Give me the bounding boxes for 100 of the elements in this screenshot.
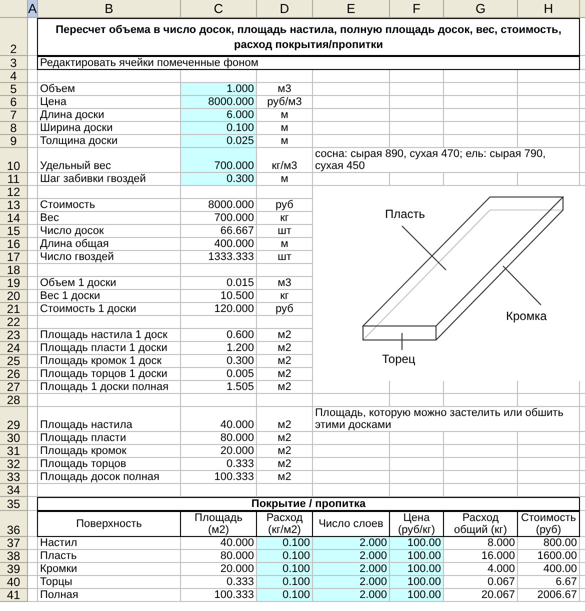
table-cell: 40.000 [181, 537, 257, 550]
row-header[interactable]: 4 [0, 70, 28, 83]
row-header[interactable]: 26 [0, 368, 28, 381]
input-cell[interactable]: 100.00 [390, 550, 444, 563]
input-cell[interactable]: 700.000 [181, 148, 257, 173]
unit-cell: м2 [257, 471, 313, 484]
row-header[interactable]: 33 [0, 471, 28, 484]
parameter-label: Толщина доски [38, 135, 181, 148]
table-cell: 800.00 [518, 537, 580, 550]
row-header[interactable]: 35 [0, 497, 28, 511]
row-header[interactable]: 40 [0, 576, 28, 589]
unit-cell: кг/м3 [257, 148, 313, 173]
row-header[interactable]: 25 [0, 355, 28, 368]
input-cell[interactable]: 2.000 [313, 537, 390, 550]
unit-cell: м2 [257, 381, 313, 394]
input-cell[interactable]: 1.000 [181, 83, 257, 96]
row-header[interactable]: 37 [0, 537, 28, 550]
row-header[interactable]: 20 [0, 290, 28, 303]
row-header[interactable]: 15 [0, 225, 28, 238]
column-header[interactable]: G [444, 0, 518, 18]
input-cell[interactable]: 2.000 [313, 563, 390, 576]
input-cell[interactable]: 2.000 [313, 589, 390, 602]
row-header[interactable]: 17 [0, 251, 28, 264]
row-header[interactable]: 22 [0, 316, 28, 329]
row-header[interactable]: 23 [0, 329, 28, 342]
row-header[interactable]: 29 [0, 407, 28, 432]
input-cell[interactable]: 2.000 [313, 576, 390, 589]
column-header[interactable]: C [181, 0, 257, 18]
parameter-label: Шаг забивки гвоздей [38, 173, 181, 186]
parameter-label: Длина общая [38, 238, 181, 251]
row-header[interactable]: 6 [0, 96, 28, 109]
input-cell[interactable]: 100.00 [390, 563, 444, 576]
row-header[interactable]: 9 [0, 135, 28, 148]
input-cell[interactable]: 0.100 [257, 563, 313, 576]
column-header[interactable]: F [390, 0, 444, 18]
row-header[interactable]: 28 [0, 394, 28, 407]
row-header[interactable]: 13 [0, 199, 28, 212]
column-heading: Стоимость (руб) [517, 511, 580, 537]
row-header[interactable]: 27 [0, 381, 28, 394]
unit-cell: кг [257, 212, 313, 225]
row-header[interactable]: 7 [0, 109, 28, 122]
column-header[interactable]: H [518, 0, 580, 18]
row-header[interactable]: 38 [0, 550, 28, 563]
row-header[interactable]: 39 [0, 563, 28, 576]
input-cell[interactable]: 0.100 [257, 576, 313, 589]
table-cell: 0.067 [444, 576, 518, 589]
column-header[interactable]: D [257, 0, 313, 18]
input-cell[interactable]: 0.025 [181, 135, 257, 148]
input-cell[interactable]: 0.100 [257, 589, 313, 602]
unit-cell: м2 [257, 342, 313, 355]
input-cell[interactable]: 8000.000 [181, 96, 257, 109]
table-cell: 1600.00 [518, 550, 580, 563]
row-header[interactable]: 41 [0, 589, 28, 602]
row-header[interactable]: 18 [0, 264, 28, 277]
value-cell: 20.000 [181, 445, 257, 458]
input-cell[interactable]: 100.00 [390, 589, 444, 602]
value-cell: 1.505 [181, 381, 257, 394]
input-cell[interactable]: 2.000 [313, 550, 390, 563]
input-cell[interactable]: 100.00 [390, 537, 444, 550]
parameter-label: Вес 1 доски [38, 290, 181, 303]
end-label: Торец [382, 352, 416, 366]
row-header[interactable]: 32 [0, 458, 28, 471]
column-header[interactable]: A [28, 0, 38, 18]
parameter-label: Площадь пласти [38, 432, 181, 445]
row-header[interactable]: 30 [0, 432, 28, 445]
row-header[interactable]: 12 [0, 186, 28, 199]
row-header[interactable]: 24 [0, 342, 28, 355]
instruction-text: Редактировать ячейки помеченные фоном [37, 56, 580, 70]
input-cell[interactable]: 0.100 [257, 550, 313, 563]
select-all-corner[interactable] [0, 0, 28, 18]
column-header[interactable]: E [313, 0, 390, 18]
row-header[interactable]: 21 [0, 303, 28, 316]
unit-cell: м [257, 173, 313, 186]
unit-cell: руб/м3 [257, 96, 313, 109]
row-header[interactable]: 5 [0, 83, 28, 96]
unit-cell: м2 [257, 445, 313, 458]
table-cell: Кромки [38, 563, 181, 576]
row-header[interactable]: 11 [0, 173, 28, 186]
parameter-label: Объем [38, 83, 181, 96]
row-header[interactable]: 16 [0, 238, 28, 251]
input-cell[interactable]: 0.300 [181, 173, 257, 186]
input-cell[interactable]: 0.100 [181, 122, 257, 135]
row-header[interactable]: 10 [0, 148, 28, 173]
parameter-label: Стоимость 1 доски [38, 303, 181, 316]
value-cell: 0.015 [181, 277, 257, 290]
row-header[interactable]: 2 [0, 18, 28, 56]
value-cell: 8000.000 [181, 199, 257, 212]
row-header[interactable]: 14 [0, 212, 28, 225]
input-cell[interactable]: 0.100 [257, 537, 313, 550]
row-header[interactable]: 34 [0, 484, 28, 497]
row-header[interactable]: 3 [0, 56, 28, 70]
table-cell: Пласть [38, 550, 181, 563]
input-cell[interactable]: 100.00 [390, 576, 444, 589]
row-header[interactable]: 8 [0, 122, 28, 135]
column-header[interactable]: B [38, 0, 181, 18]
row-header[interactable]: 36 [0, 511, 28, 537]
input-cell[interactable]: 6.000 [181, 109, 257, 122]
row-header[interactable]: 19 [0, 277, 28, 290]
value-cell: 100.333 [181, 471, 257, 484]
row-header[interactable]: 31 [0, 445, 28, 458]
